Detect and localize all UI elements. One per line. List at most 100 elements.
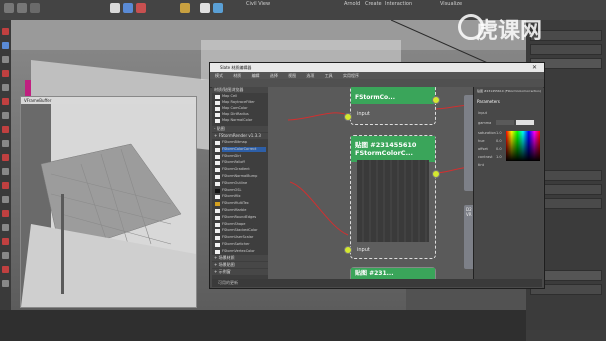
tool-icon[interactable] [2,252,9,259]
param-label: offset [478,147,488,151]
undo-icon[interactable] [4,3,14,13]
menu-arnold[interactable]: Arnold [344,1,360,7]
output-port[interactable] [432,96,440,104]
scale-icon[interactable] [136,3,146,13]
menu-visualize[interactable]: Visualize [440,1,462,7]
close-icon[interactable]: ✕ [532,64,539,71]
slate-editor-title: Slate 材质编辑器 [210,63,544,72]
input-port[interactable] [344,246,352,254]
tool-icon[interactable] [2,238,9,245]
swatch [215,195,220,200]
swatch [215,161,220,166]
tool-icon[interactable] [2,126,9,133]
hue-color-picker[interactable] [506,131,540,161]
param-value[interactable]: 0.0 [496,147,502,151]
browser-group-header[interactable]: + FStormRender v1.3.3 [212,133,270,139]
tool-icon[interactable] [2,84,9,91]
render-icon[interactable] [200,3,210,13]
browser-item[interactable]: FStormMultiTex [222,201,266,206]
node-header: FStormCo... [351,87,435,104]
menu-item[interactable]: 材质 [233,73,241,78]
tool-icon[interactable] [2,42,9,49]
tool-icon[interactable] [2,98,9,105]
browser-item[interactable]: FStormShape [222,222,266,227]
panel-field[interactable] [530,44,602,55]
tool-icon[interactable] [2,56,9,63]
input-port[interactable] [344,113,352,121]
browser-item[interactable]: Map NormalColor [222,118,266,123]
browser-item[interactable]: FStormUserScalar [222,235,266,240]
browser-item[interactable]: FStormVertexColor [222,249,266,254]
menu-civil-view[interactable]: Civil View [246,1,270,7]
param-value[interactable]: 1.0 [496,155,502,159]
menu-item[interactable]: 选项 [306,73,314,78]
slate-material-editor: Slate 材质编辑器 ✕ 模式 材质 编辑 选择 视图 选项 工具 实用程序 … [209,62,545,289]
browser-item[interactable]: FStormBitmap [222,140,266,145]
tool-icon[interactable] [2,210,9,217]
tool-icon[interactable] [2,112,9,119]
browser-item[interactable]: Map Cell [222,94,266,99]
menu-item[interactable]: 工具 [325,73,333,78]
map-node[interactable]: 贴图 #231... [350,267,436,279]
tool-icon[interactable] [2,280,9,287]
param-label: input [478,111,488,115]
swatch [215,243,220,247]
browser-item[interactable]: FStormStackedColor [222,228,266,233]
browser-item[interactable]: FStormDirt [222,154,266,159]
param-value[interactable]: 0.0 [496,139,502,143]
menu-item[interactable]: 实用程序 [343,73,359,78]
param-label: hue [478,139,485,143]
gray-node[interactable] [464,95,473,191]
menu-interaction[interactable]: Interaction [385,1,412,7]
tool-icon[interactable] [2,140,9,147]
node-canvas[interactable]: FStormCo... input 贴图 #231455610 FStormCo… [268,87,473,279]
browser-group-header[interactable]: - 贴图 [212,126,270,132]
select-icon[interactable] [30,3,40,13]
browser-item[interactable]: Map ComColor [222,106,266,111]
swatch [215,188,220,193]
browser-item[interactable]: FStormGradient [222,167,266,172]
tool-icon[interactable] [2,196,9,203]
rotate-icon[interactable] [123,3,133,13]
param-title: Parameters [477,99,500,104]
tool-icon[interactable] [2,182,9,189]
param-field[interactable] [496,120,514,125]
browser-item[interactable]: FStormMarble [222,208,266,213]
browser-item[interactable]: FStormMix [222,194,266,199]
output-port[interactable] [432,170,440,178]
browser-item[interactable]: Map RaytraceFilter [222,100,266,105]
render-setup-icon[interactable] [213,3,223,13]
browser-item[interactable]: FStormNormalBump [222,174,266,179]
menu-item[interactable]: 选择 [270,73,278,78]
tool-icon[interactable] [2,28,9,35]
param-field[interactable] [516,120,534,125]
browser-group-header[interactable]: + 场景贴图 [212,262,270,268]
menu-create[interactable]: Create [365,1,382,7]
tool-icon[interactable] [2,224,9,231]
redo-icon[interactable] [17,3,27,13]
snap-icon[interactable] [180,3,190,13]
tool-icon[interactable] [2,168,9,175]
browser-item[interactable]: FStormRoundEdges [222,215,266,220]
browser-item[interactable]: FStormOSL [222,188,266,193]
selected-map-node[interactable]: 贴图 #231455610 FStormColorC... input [350,135,436,259]
browser-group-header[interactable]: + 示例窗 [212,269,270,275]
menu-item[interactable]: 编辑 [252,73,260,78]
browser-item[interactable]: Map DirtRadius [222,112,266,117]
slate-status-bar: 可用的更新 [212,279,542,287]
map-node[interactable]: FStormCo... input [350,87,436,125]
menu-item[interactable]: 视图 [288,73,296,78]
menu-item[interactable]: 模式 [215,73,223,78]
browser-group-header[interactable]: + 场景材质 [212,255,270,261]
swatch [215,101,220,105]
browser-item[interactable]: FStormSwitcher [222,242,266,247]
browser-item[interactable]: FStormFalloff [222,160,266,165]
swatch [215,107,220,111]
tool-icon[interactable] [2,154,9,161]
param-value[interactable]: 1.0 [496,131,502,135]
browser-item[interactable]: FStormColorCorrect [222,146,266,152]
move-icon[interactable] [110,3,120,13]
tool-icon[interactable] [2,70,9,77]
tool-icon[interactable] [2,266,9,273]
browser-item[interactable]: FStormOutline [222,181,266,186]
